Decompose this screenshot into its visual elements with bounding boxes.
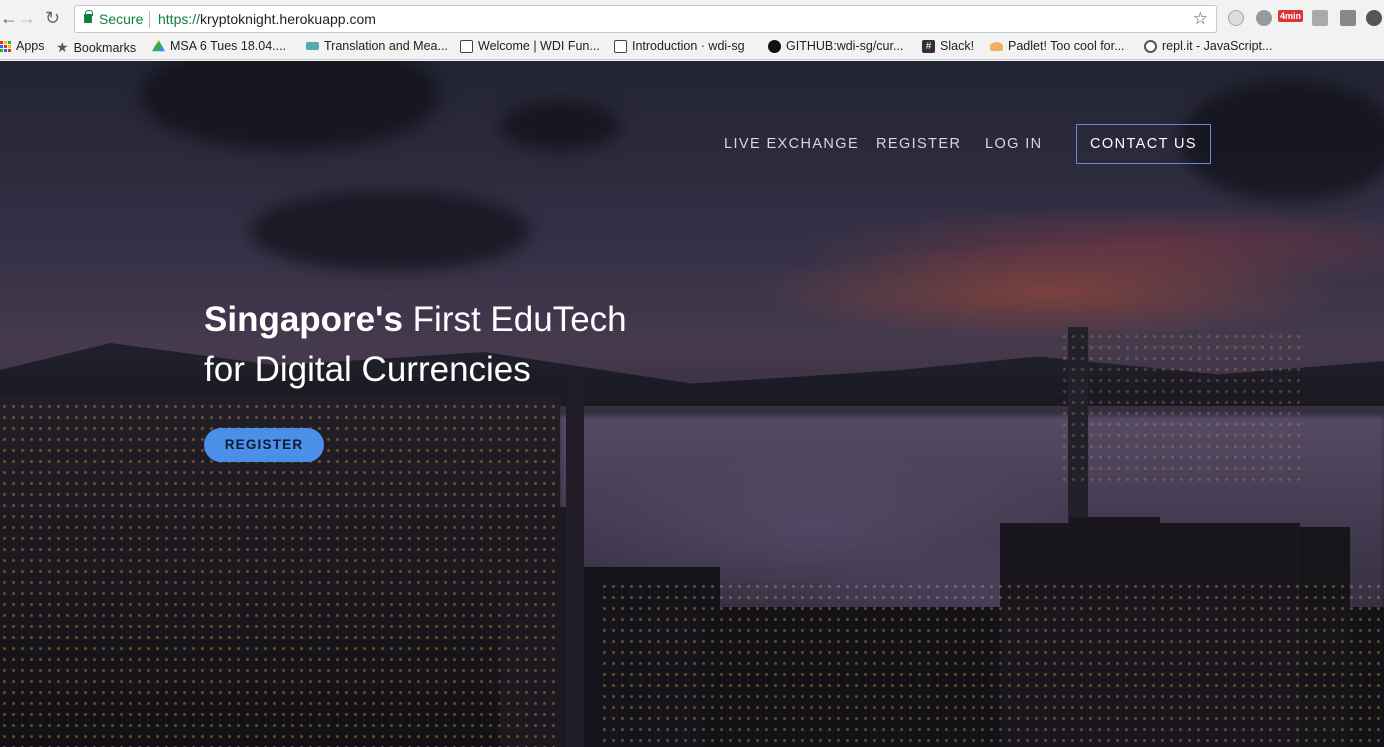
hero-section: LIVE EXCHANGE REGISTER LOG IN CONTACT US… [0, 61, 1384, 747]
apps-grid-icon [0, 40, 11, 52]
bookmark-github[interactable]: GITHUB:wdi-sg/cur... [768, 39, 903, 53]
headline-bold: Singapore's [204, 300, 403, 339]
bookmark-apps[interactable]: Apps [0, 39, 45, 53]
hero-register-button[interactable]: REGISTER [204, 428, 324, 462]
browser-toolbar: ← → ↻ Secure https://kryptoknight.heroku… [0, 0, 1384, 36]
nav-contact-us-button[interactable]: CONTACT US [1076, 124, 1211, 164]
extension-link-icon[interactable] [1366, 10, 1382, 26]
padlet-icon [990, 41, 1003, 51]
bookmarks-bar: Apps ★ Bookmarks MSA 6 Tues 18.04.... Tr… [0, 36, 1384, 60]
nav-live-exchange[interactable]: LIVE EXCHANGE [724, 136, 859, 152]
extension-camera-icon[interactable] [1340, 10, 1356, 26]
book-open-icon [460, 39, 473, 53]
bookmark-replit[interactable]: repl.it - JavaScript... [1144, 39, 1272, 53]
address-bar[interactable]: Secure https://kryptoknight.herokuapp.co… [74, 5, 1217, 33]
bookmark-msa[interactable]: MSA 6 Tues 18.04.... [152, 39, 286, 53]
bookmark-bookmarks[interactable]: ★ Bookmarks [56, 39, 136, 56]
reload-icon[interactable]: ↻ [45, 8, 60, 28]
slack-icon: # [922, 39, 935, 53]
bookmark-welcome-wdi[interactable]: Welcome | WDI Fun... [460, 39, 600, 53]
omnibox-divider [149, 11, 150, 28]
extension-window-icon[interactable] [1312, 10, 1328, 26]
google-drive-icon [152, 39, 165, 52]
replit-icon [1144, 39, 1157, 53]
bookmark-translation[interactable]: Translation and Mea... [306, 39, 448, 53]
headline-rest: First EduTech [402, 300, 627, 339]
bookmark-slack[interactable]: # Slack! [922, 39, 974, 53]
bookmark-star-icon[interactable]: ☆ [1193, 9, 1208, 29]
book-open-icon [614, 39, 627, 53]
back-icon[interactable]: ← [0, 8, 18, 28]
secure-label: Secure [99, 11, 144, 27]
bookmark-padlet[interactable]: Padlet! Too cool for... [990, 39, 1125, 53]
url-text[interactable]: https://kryptoknight.herokuapp.com [158, 11, 376, 27]
nav-register[interactable]: REGISTER [876, 136, 961, 152]
star-icon: ★ [56, 39, 69, 55]
extension-timer-badge[interactable]: 4min [1278, 10, 1304, 22]
extension-bug-icon[interactable] [1256, 10, 1272, 26]
forward-icon[interactable]: → [18, 8, 36, 28]
lock-icon [84, 10, 93, 23]
headline-line-two: for Digital Currencies [204, 350, 531, 389]
book-icon [306, 42, 319, 50]
bookmark-introduction[interactable]: Introduction · wdi-sg [614, 39, 745, 53]
nav-login[interactable]: LOG IN [985, 136, 1043, 152]
extension-info-icon[interactable] [1228, 10, 1244, 26]
hero-headline: Singapore's First EduTech for Digital Cu… [204, 295, 627, 395]
github-icon [768, 39, 781, 53]
